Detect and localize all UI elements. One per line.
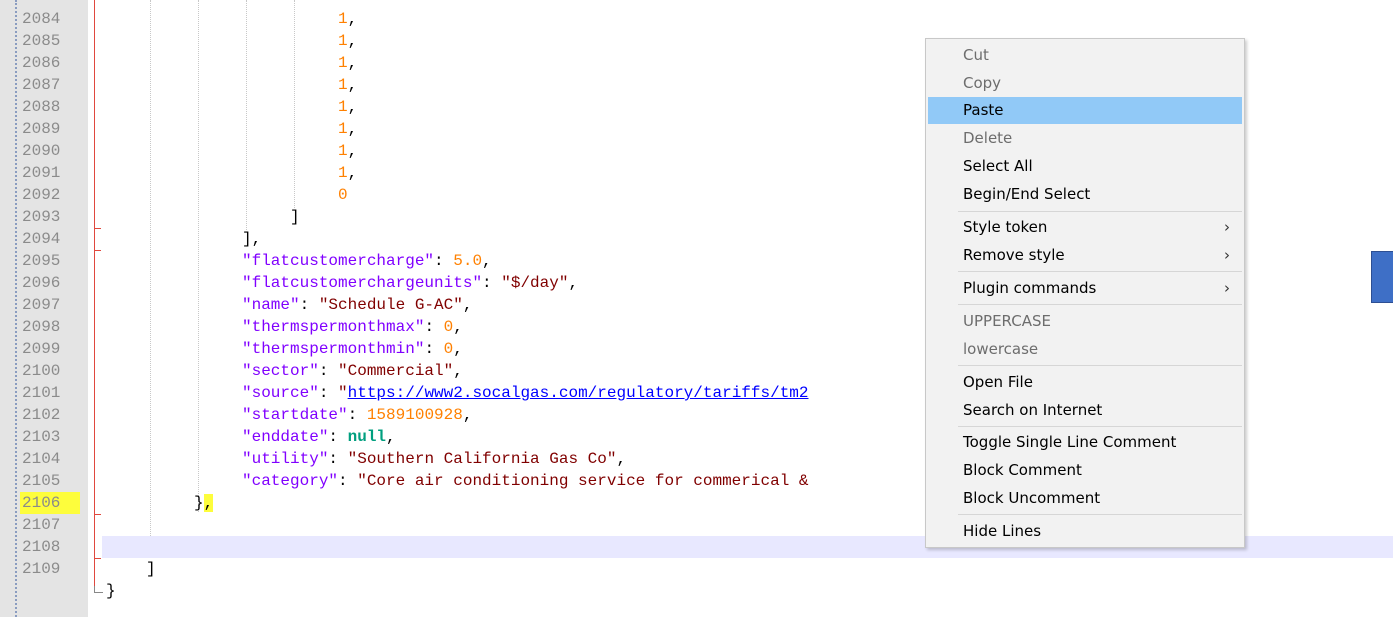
menu-item-search-on-internet[interactable]: Search on Internet bbox=[928, 397, 1242, 424]
menu-item-uppercase[interactable]: UPPERCASE bbox=[928, 308, 1242, 335]
line-number: 2087 bbox=[22, 76, 61, 94]
matched-brace-highlight: , bbox=[203, 494, 214, 512]
fold-margin[interactable] bbox=[88, 0, 102, 617]
submenu-arrow-icon: › bbox=[1224, 279, 1230, 297]
menu-item-block-uncomment[interactable]: Block Uncomment bbox=[928, 485, 1242, 512]
menu-separator bbox=[958, 271, 1242, 272]
code-line[interactable]: ] bbox=[102, 558, 1393, 580]
menu-separator bbox=[958, 211, 1242, 212]
bookmark-margin bbox=[15, 0, 17, 617]
code-line[interactable]: } bbox=[102, 580, 1393, 602]
line-number: 2102 bbox=[22, 406, 61, 424]
menu-item-cut[interactable]: Cut bbox=[928, 42, 1242, 69]
line-number: 2089 bbox=[22, 120, 61, 138]
submenu-arrow-icon: › bbox=[1224, 246, 1230, 264]
menu-item-hide-lines[interactable]: Hide Lines bbox=[928, 518, 1242, 545]
menu-item-paste[interactable]: Paste bbox=[928, 97, 1242, 124]
line-number: 2109 bbox=[22, 560, 61, 578]
line-number: 2099 bbox=[22, 340, 61, 358]
context-menu: Cut Copy Paste Delete Select All Begin/E… bbox=[925, 38, 1245, 548]
line-number-highlighted: 2106 bbox=[20, 492, 80, 514]
line-number: 2094 bbox=[22, 230, 61, 248]
line-number: 2092 bbox=[22, 186, 61, 204]
menu-separator bbox=[958, 514, 1242, 515]
side-panel-tab[interactable] bbox=[1371, 251, 1393, 303]
fold-line bbox=[94, 0, 95, 592]
fold-tick bbox=[94, 558, 101, 559]
menu-separator bbox=[958, 304, 1242, 305]
line-number: 2086 bbox=[22, 54, 61, 72]
menu-item-begin-end-select[interactable]: Begin/End Select bbox=[928, 181, 1242, 208]
fold-tick bbox=[94, 514, 101, 515]
menu-item-open-file[interactable]: Open File bbox=[928, 369, 1242, 396]
line-number: 2084 bbox=[22, 10, 61, 28]
menu-item-select-all[interactable]: Select All bbox=[928, 153, 1242, 180]
line-number: 2104 bbox=[22, 450, 61, 468]
line-number: 2101 bbox=[22, 384, 61, 402]
line-number: 2091 bbox=[22, 164, 61, 182]
line-number: 2085 bbox=[22, 32, 61, 50]
menu-item-remove-style[interactable]: Remove style › bbox=[928, 242, 1242, 269]
menu-item-block-comment[interactable]: Block Comment bbox=[928, 457, 1242, 484]
menu-separator bbox=[958, 426, 1242, 427]
line-number: 2100 bbox=[22, 362, 61, 380]
line-number: 2090 bbox=[22, 142, 61, 160]
menu-item-toggle-single-line-comment[interactable]: Toggle Single Line Comment bbox=[928, 429, 1242, 456]
source-url-link[interactable]: https://www2.socalgas.com/regulatory/tar… bbox=[348, 384, 809, 402]
line-number: 2096 bbox=[22, 274, 61, 292]
fold-tick bbox=[94, 228, 101, 229]
line-number: 2098 bbox=[22, 318, 61, 336]
fold-tick bbox=[94, 250, 101, 251]
menu-item-style-token[interactable]: Style token › bbox=[928, 214, 1242, 241]
menu-item-delete[interactable]: Delete bbox=[928, 125, 1242, 152]
menu-item-copy[interactable]: Copy bbox=[928, 70, 1242, 97]
line-number: 2105 bbox=[22, 472, 61, 490]
line-number: 2093 bbox=[22, 208, 61, 226]
menu-item-lowercase[interactable]: lowercase bbox=[928, 336, 1242, 363]
line-number: 2107 bbox=[22, 516, 61, 534]
submenu-arrow-icon: › bbox=[1224, 218, 1230, 236]
line-number: 2103 bbox=[22, 428, 61, 446]
code-line[interactable]: 1, bbox=[102, 8, 1393, 30]
line-number: 2095 bbox=[22, 252, 61, 270]
line-number: 2088 bbox=[22, 98, 61, 116]
menu-separator bbox=[958, 365, 1242, 366]
line-number: 2097 bbox=[22, 296, 61, 314]
menu-item-plugin-commands[interactable]: Plugin commands › bbox=[928, 275, 1242, 302]
line-number: 2108 bbox=[22, 538, 61, 556]
